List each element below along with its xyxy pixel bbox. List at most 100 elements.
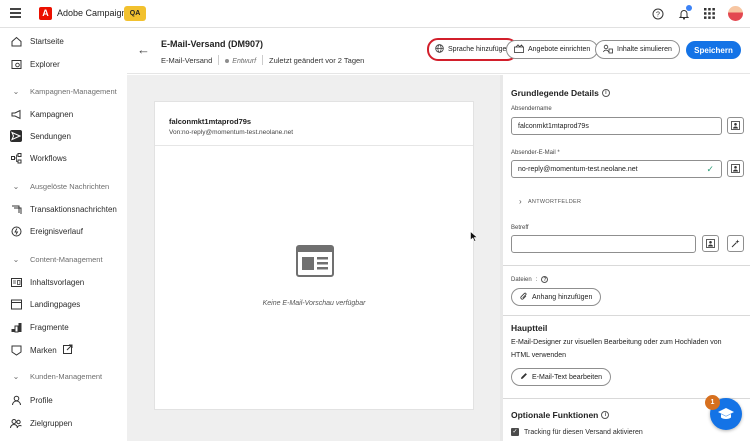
profile-icon [10, 394, 22, 406]
sender-email-field[interactable]: no-reply@momentum-test.neolane.net ✓ [511, 160, 722, 178]
sidebar-section-kunden-management[interactable]: ⌄ Kunden-Management [0, 367, 127, 385]
sidebar-item-label: Profile [30, 395, 53, 405]
checkbox-checked-icon: ✓ [511, 428, 519, 436]
globe-icon [435, 44, 444, 55]
sidebar-item-label: Fragmente [30, 322, 69, 332]
paperclip-icon [520, 292, 528, 303]
sidebar-item-label: Kampagnen [30, 109, 74, 119]
sidebar-item-kampagnen[interactable]: Kampagnen [0, 104, 127, 124]
sender-email-value: no-reply@momentum-test.neolane.net [518, 165, 638, 173]
page-title: E-Mail-Versand (DM907) [161, 39, 264, 49]
setup-offers-button[interactable]: Angebote einrichten [506, 40, 599, 59]
help-icon[interactable]: ? [649, 5, 666, 22]
personalization-icon[interactable] [702, 235, 719, 252]
button-label: Inhalte simulieren [617, 46, 672, 53]
sidebar-item-label: Inhaltsvorlagen [30, 277, 85, 287]
sidebar-item-label: Startseite [30, 36, 64, 46]
section-title: Kampagnen-Management [30, 86, 117, 96]
required-asterisk: * [557, 150, 560, 156]
save-button[interactable]: Speichern [686, 41, 741, 59]
simulate-content-button[interactable]: Inhalte simulieren [595, 40, 680, 59]
personalization-icon[interactable] [727, 117, 744, 134]
app-title[interactable]: Adobe Campaign [57, 8, 127, 18]
ai-assistant-icon[interactable] [727, 235, 744, 252]
back-arrow-icon[interactable]: ← [137, 42, 150, 57]
info-icon[interactable]: i [601, 89, 610, 97]
offers-icon [514, 44, 524, 55]
add-language-button[interactable]: Sprache hinzufügen [427, 38, 519, 61]
tracking-checkbox[interactable]: ✓ Tracking für diesen Versand aktivieren [511, 428, 643, 436]
user-avatar[interactable] [727, 5, 744, 22]
properties-panel: Grundlegende Details i Absendername falc… [503, 75, 750, 441]
send-icon [10, 130, 22, 142]
files-label: Dateien: ? [511, 276, 549, 283]
sidebar-section-kampagnen-management[interactable]: ⌄ Kampagnen-Management [0, 82, 127, 100]
status-badge: Entwurf [225, 56, 256, 65]
checkmark-icon: ✓ [706, 163, 714, 174]
sidebar-item-label: Transaktionsnachrichten [30, 204, 117, 214]
checkbox-label: Tracking für diesen Versand aktivieren [524, 428, 643, 436]
bell-icon[interactable] [675, 5, 692, 22]
sidebar-item-transaktionsnachrichten[interactable]: Transaktionsnachrichten [0, 199, 127, 219]
adobe-logo-icon: A [39, 7, 52, 20]
sidebar-item-workflows[interactable]: Workflows [0, 148, 127, 168]
sidebar-item-inhaltsvorlagen[interactable]: Inhaltsvorlagen [0, 272, 127, 292]
sidebar-item-profile[interactable]: Profile [0, 390, 127, 410]
explorer-icon [10, 58, 22, 70]
divider [155, 145, 473, 146]
campaign-icon [10, 108, 22, 120]
hamburger-menu-icon[interactable] [10, 8, 21, 18]
svg-text:?: ? [656, 11, 660, 18]
help-badge-count: 1 [705, 395, 720, 410]
last-modified: Zuletzt geändert vor 2 Tagen [269, 55, 365, 65]
top-bar: A Adobe Campaign QA ? [0, 0, 750, 28]
basic-details-heading: Grundlegende Details i [511, 88, 610, 98]
sidebar-section-content-management[interactable]: ⌄ Content-Management [0, 250, 127, 268]
sidebar-item-landingpages[interactable]: Landingpages [0, 294, 127, 314]
divider [503, 265, 750, 266]
help-icon[interactable]: ? [541, 276, 549, 283]
sidebar-item-explorer[interactable]: Explorer [0, 54, 127, 74]
mouse-cursor-icon [470, 230, 479, 244]
button-label: Anhang hinzufügen [532, 293, 593, 301]
subject-label: Betreff [511, 225, 529, 231]
sidebar-item-label: Marken [30, 345, 57, 355]
email-placeholder-icon [296, 245, 334, 277]
notification-dot [686, 5, 692, 11]
main-body-description: E-Mail-Designer zur visuellen Bearbeitun… [511, 339, 722, 359]
info-icon[interactable]: i [601, 411, 610, 419]
button-label: Sprache hinzufügen [448, 46, 511, 53]
button-label: Angebote einrichten [528, 46, 591, 53]
section-title: Kunden-Management [30, 371, 103, 381]
reply-fields-accordion[interactable]: › ANTWORTFELDER [519, 197, 581, 206]
email-preview-card: falconmkt1mtaprod79s Von:no-reply@moment… [154, 101, 474, 410]
section-title: Content-Management [30, 254, 103, 264]
template-icon [10, 276, 22, 288]
subject-field[interactable] [511, 235, 696, 253]
pencil-icon [520, 372, 528, 382]
sidebar-item-sendungen[interactable]: Sendungen [0, 126, 127, 146]
apps-grid-icon[interactable] [701, 5, 718, 22]
sidebar-item-startseite[interactable]: Startseite [0, 31, 127, 51]
sidebar-item-label: Workflows [30, 153, 67, 163]
sidebar-item-fragmente[interactable]: Fragmente [0, 317, 127, 337]
edit-email-body-button[interactable]: E-Mail-Text bearbeiten [511, 368, 612, 386]
external-link-icon[interactable] [62, 344, 73, 356]
divider [262, 55, 264, 65]
sidebar-item-zielgruppen[interactable]: Zielgruppen [0, 413, 127, 433]
personalization-icon[interactable] [727, 160, 744, 177]
page-subtitle: E-Mail-Versand Entwurf Zuletzt geändert … [161, 55, 364, 65]
preview-sender-name: falconmkt1mtaprod79s [169, 117, 252, 126]
add-attachment-button[interactable]: Anhang hinzufügen [511, 288, 602, 306]
home-icon [10, 35, 22, 47]
sidebar: Startseite Explorer ⌄ Kampagnen-Manageme… [0, 28, 127, 441]
fragment-icon [10, 321, 22, 333]
page-header: ← E-Mail-Versand (DM907) E-Mail-Versand … [127, 28, 750, 74]
sidebar-item-marken[interactable]: Marken [0, 340, 127, 360]
accordion-label: ANTWORTFELDER [527, 198, 582, 205]
sender-name-field[interactable]: falconmkt1mtaprod79s [511, 117, 722, 135]
transaction-icon [10, 203, 22, 215]
sidebar-section-ausgeloeste-nachrichten[interactable]: ⌄ Ausgelöste Nachrichten [0, 177, 127, 195]
sidebar-item-ereignisverlauf[interactable]: Ereignisverlauf [0, 221, 127, 241]
email-preview-area: falconmkt1mtaprod79s Von:no-reply@moment… [127, 75, 500, 441]
